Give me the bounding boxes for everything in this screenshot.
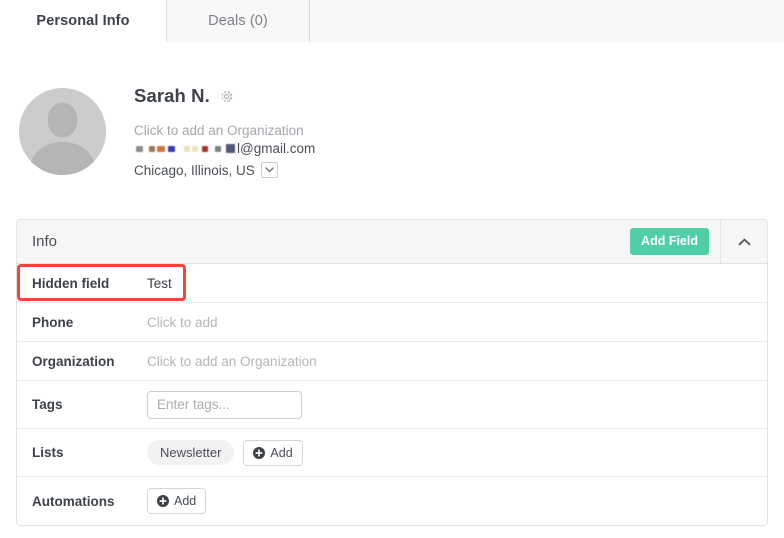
field-label: Organization (32, 353, 115, 369)
table-row: Automations Add (17, 477, 767, 525)
info-card-header: Info Add Field (17, 220, 767, 264)
profile-name-row: Sarah N. (134, 85, 234, 107)
table-row[interactable]: Phone Click to add (17, 303, 767, 342)
field-label: Phone (32, 314, 74, 330)
redacted-email-prefix (134, 142, 236, 155)
profile-email-visible: l@gmail.com (237, 141, 316, 156)
add-automation-button-label: Add (174, 494, 197, 508)
add-list-button[interactable]: Add (243, 439, 303, 466)
field-label: Tags (32, 397, 63, 412)
table-row[interactable]: Hidden field Test (17, 264, 767, 303)
profile-location-label: Chicago, Illinois, US (134, 162, 255, 178)
field-label: Lists (32, 445, 64, 460)
profile-email[interactable]: l@gmail.com (134, 141, 315, 156)
field-value-placeholder[interactable]: Click to add an Organization (147, 354, 317, 369)
plus-circle-icon (157, 495, 169, 507)
table-row: Lists Newsletter Add (17, 429, 767, 477)
page-title: Sarah N. (134, 85, 210, 106)
tab-bar-filler (310, 0, 784, 42)
add-automation-button[interactable]: Add (147, 488, 207, 514)
contact-detail-page: Personal Info Deals (0) Sarah N. Click t… (0, 0, 784, 538)
default-user-avatar-icon (19, 88, 106, 175)
add-field-button[interactable]: Add Field (630, 228, 709, 255)
tab-personal-info[interactable]: Personal Info (0, 0, 166, 42)
chevron-up-icon (738, 238, 750, 245)
add-list-button-label: Add (270, 445, 293, 460)
field-label: Hidden field (32, 275, 110, 291)
tab-bar: Personal Info Deals (0) (0, 0, 784, 42)
profile-location: Chicago, Illinois, US (134, 162, 278, 178)
location-dropdown-button[interactable] (260, 162, 278, 178)
field-label: Automations (32, 493, 115, 509)
tab-personal-info-label: Personal Info (36, 13, 130, 29)
lists-value-group: Newsletter Add (147, 439, 303, 466)
plus-circle-icon (253, 446, 266, 459)
tags-input[interactable] (147, 390, 302, 419)
gear-icon[interactable] (219, 89, 234, 104)
tab-deals[interactable]: Deals (0) (166, 0, 310, 42)
list-pill-newsletter[interactable]: Newsletter (147, 440, 235, 465)
chevron-down-icon (265, 167, 274, 173)
info-card: Info Add Field Hidden field Test Phone C… (16, 219, 768, 526)
profile-header: Sarah N. Click to add an Organization l@… (0, 42, 784, 202)
table-row: Tags (17, 381, 767, 429)
collapse-section-button[interactable] (720, 220, 767, 263)
avatar[interactable] (19, 88, 106, 175)
tab-deals-label: Deals (0) (208, 13, 268, 29)
field-value: Test (147, 275, 172, 291)
table-row[interactable]: Organization Click to add an Organizatio… (17, 342, 767, 381)
info-field-list: Hidden field Test Phone Click to add Org… (17, 264, 767, 525)
info-card-title: Info (32, 233, 58, 250)
field-value-placeholder[interactable]: Click to add (147, 315, 218, 330)
profile-organization-placeholder[interactable]: Click to add an Organization (134, 123, 304, 138)
